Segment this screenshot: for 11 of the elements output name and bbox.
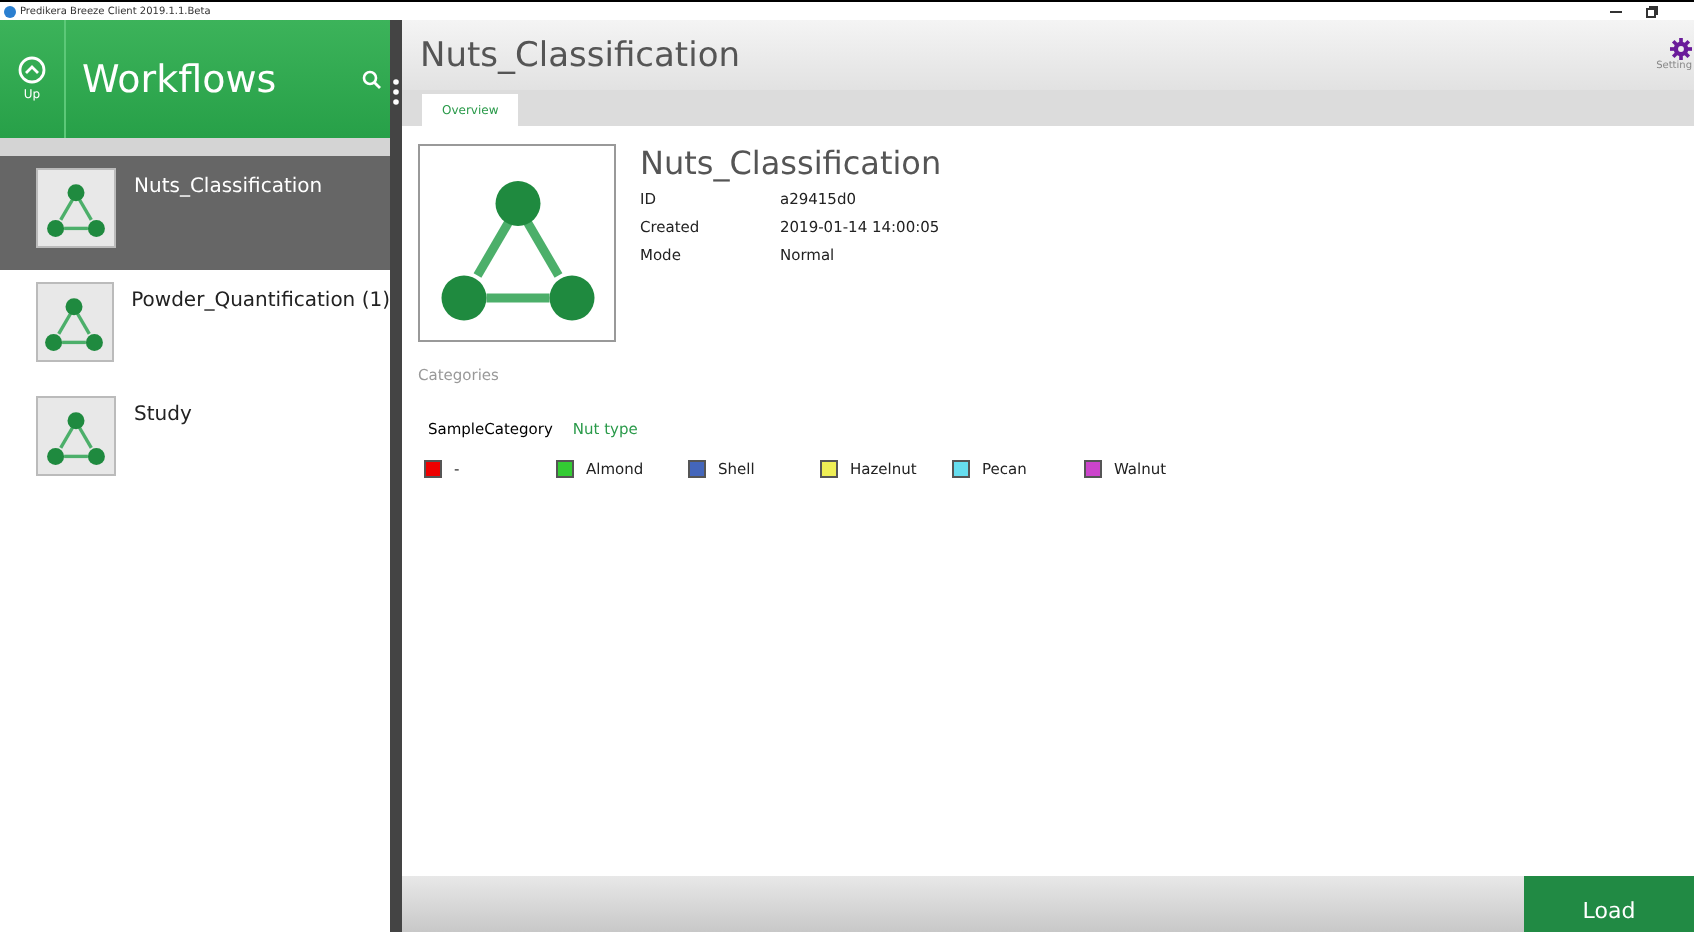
drag-handle-icon[interactable] — [390, 76, 402, 108]
sidebar-title: Workflows — [82, 57, 279, 101]
search-icon[interactable] — [362, 69, 382, 89]
workflow-name: Nuts_Classification — [640, 144, 942, 182]
restore-icon[interactable] — [1646, 5, 1658, 17]
page-title: Nuts_Classification — [420, 35, 742, 75]
workflow-item[interactable]: Nuts_Classification — [0, 156, 390, 270]
minimize-icon[interactable] — [1610, 5, 1622, 17]
load-button[interactable]: Load — [1524, 876, 1694, 932]
settings-icon — [1670, 38, 1692, 60]
app-icon — [4, 5, 16, 17]
